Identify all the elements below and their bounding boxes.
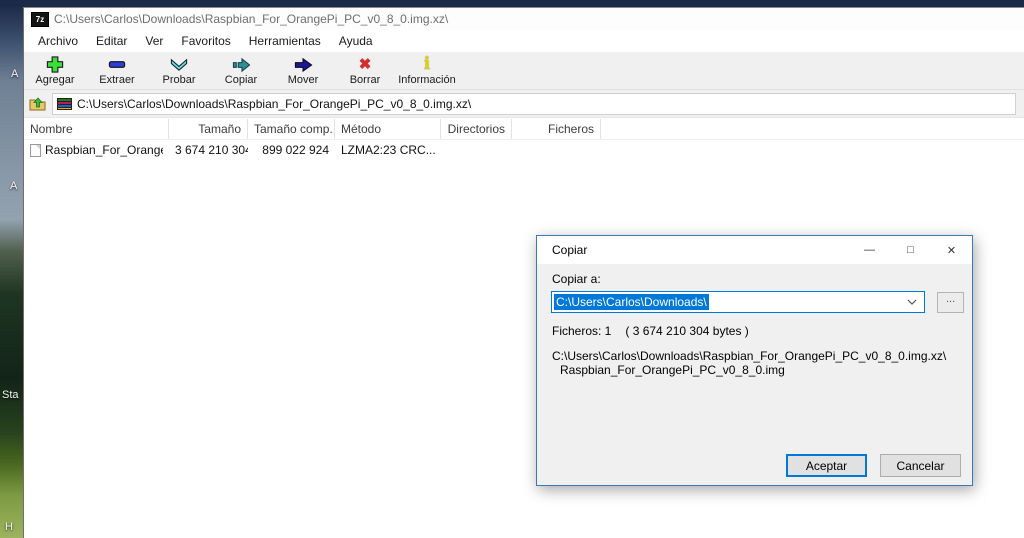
info-icon: i [424,55,430,74]
source-paths: C:\Users\Carlos\Downloads\Raspbian_For_O… [552,349,946,377]
window-title: C:\Users\Carlos\Downloads\Raspbian_For_O… [54,12,448,26]
close-icon[interactable]: ✕ [931,236,972,264]
menu-editar[interactable]: Editar [87,32,136,50]
seven-zip-app-icon: 7z [31,12,49,27]
desktop-background-top [0,0,1024,7]
address-input[interactable]: C:\Users\Carlos\Downloads\Raspbian_For_O… [52,93,1016,115]
menu-archivo[interactable]: Archivo [29,32,87,50]
toolbar-agregar-button[interactable]: Agregar [24,55,86,87]
column-header-metodo[interactable]: Método [335,119,441,139]
desktop-icon-label: A [11,68,18,80]
toolbar-label: Borrar [350,74,381,87]
menubar: Archivo Editar Ver Favoritos Herramienta… [24,30,1024,52]
copy-dialog-body: Copiar a: C:\Users\Carlos\Downloads\ ...… [537,264,972,486]
address-bar: C:\Users\Carlos\Downloads\Raspbian_For_O… [24,90,1024,118]
toolbar-probar-button[interactable]: Probar [148,55,210,87]
source-inner-file: Raspbian_For_OrangePi_PC_v0_8_0.img [552,363,946,377]
copy-arrow-icon [231,55,252,74]
menu-favoritos[interactable]: Favoritos [172,32,239,50]
toolbar-mover-button[interactable]: Mover [272,55,334,87]
menu-herramientas[interactable]: Herramientas [240,32,330,50]
files-bytes: ( 3 674 210 304 bytes ) [625,324,748,338]
desktop-icon-label: H [5,521,13,533]
browse-button[interactable]: ... [937,292,964,313]
column-header-ficheros[interactable]: Ficheros [512,119,601,139]
column-header-tamano-comp[interactable]: Tamaño comp... [248,119,335,139]
toolbar-borrar-button[interactable]: ✖ Borrar [334,55,396,87]
toolbar-label: Agregar [35,74,74,87]
address-path: C:\Users\Carlos\Downloads\Raspbian_For_O… [77,97,471,111]
toolbar-label: Información [398,74,455,87]
toolbar-informacion-button[interactable]: i Información [396,55,458,87]
maximize-icon[interactable]: □ [890,236,931,264]
move-arrow-icon [293,55,314,74]
copy-dialog: Copiar — □ ✕ Copiar a: C:\Users\Carlos\D… [536,235,973,486]
column-header-directorios[interactable]: Directorios [441,119,512,139]
minimize-icon[interactable]: — [849,236,890,264]
titlebar[interactable]: 7z C:\Users\Carlos\Downloads\Raspbian_Fo… [24,8,1024,30]
toolbar-label: Mover [288,74,319,87]
toolbar-copiar-button[interactable]: Copiar [210,55,272,87]
archive-file-icon [57,98,72,110]
cancelar-button[interactable]: Cancelar [880,454,961,477]
aceptar-button[interactable]: Aceptar [786,454,867,477]
destination-selected-text: C:\Users\Carlos\Downloads\ [554,294,709,310]
file-method: LZMA2:23 CRC... [335,143,441,157]
files-summary: Ficheros: 1 ( 3 674 210 304 bytes ) [552,324,749,338]
window-controls: — □ ✕ [849,236,972,264]
toolbar-label: Probar [162,74,195,87]
menu-ver[interactable]: Ver [136,32,172,50]
parent-folder-icon[interactable] [28,96,46,111]
menu-ayuda[interactable]: Ayuda [330,32,382,50]
list-header: Nombre Tamaño Tamaño comp... Método Dire… [24,118,1024,140]
chevron-down-icon[interactable] [907,299,917,305]
toolbar-label: Copiar [225,74,257,87]
file-packed-size: 899 022 924 [248,143,335,157]
toolbar-extraer-button[interactable]: Extraer [86,55,148,87]
file-row[interactable]: Raspbian_For_OrangePi... 3 674 210 304 8… [24,140,1024,160]
files-count: Ficheros: 1 [552,324,611,338]
file-name: Raspbian_For_OrangePi... [45,143,163,157]
column-header-nombre[interactable]: Nombre [24,119,169,139]
copy-to-label: Copiar a: [552,272,601,286]
toolbar-label: Extraer [99,74,134,87]
test-chevron-icon [169,55,189,74]
desktop-icon-label: Sta [2,389,19,401]
delete-x-icon: ✖ [359,55,372,74]
copy-dialog-titlebar[interactable]: Copiar — □ ✕ [537,236,972,264]
destination-combobox[interactable]: C:\Users\Carlos\Downloads\ [551,291,925,313]
file-size: 3 674 210 304 [169,143,248,157]
extract-minus-icon [107,55,127,74]
source-archive-path: C:\Users\Carlos\Downloads\Raspbian_For_O… [552,349,946,363]
column-header-tamano[interactable]: Tamaño [169,119,248,139]
add-plus-icon [45,55,65,74]
copy-dialog-title: Copiar [552,243,587,257]
desktop-icon-label: A [10,180,17,192]
toolbar: Agregar Extraer Probar Copiar [24,52,1024,90]
screen: A A Sta H 7z C:\Users\Carlos\Downloads\R… [0,0,1024,538]
desktop-background-left: A A Sta H [0,7,23,538]
document-file-icon [30,144,41,157]
